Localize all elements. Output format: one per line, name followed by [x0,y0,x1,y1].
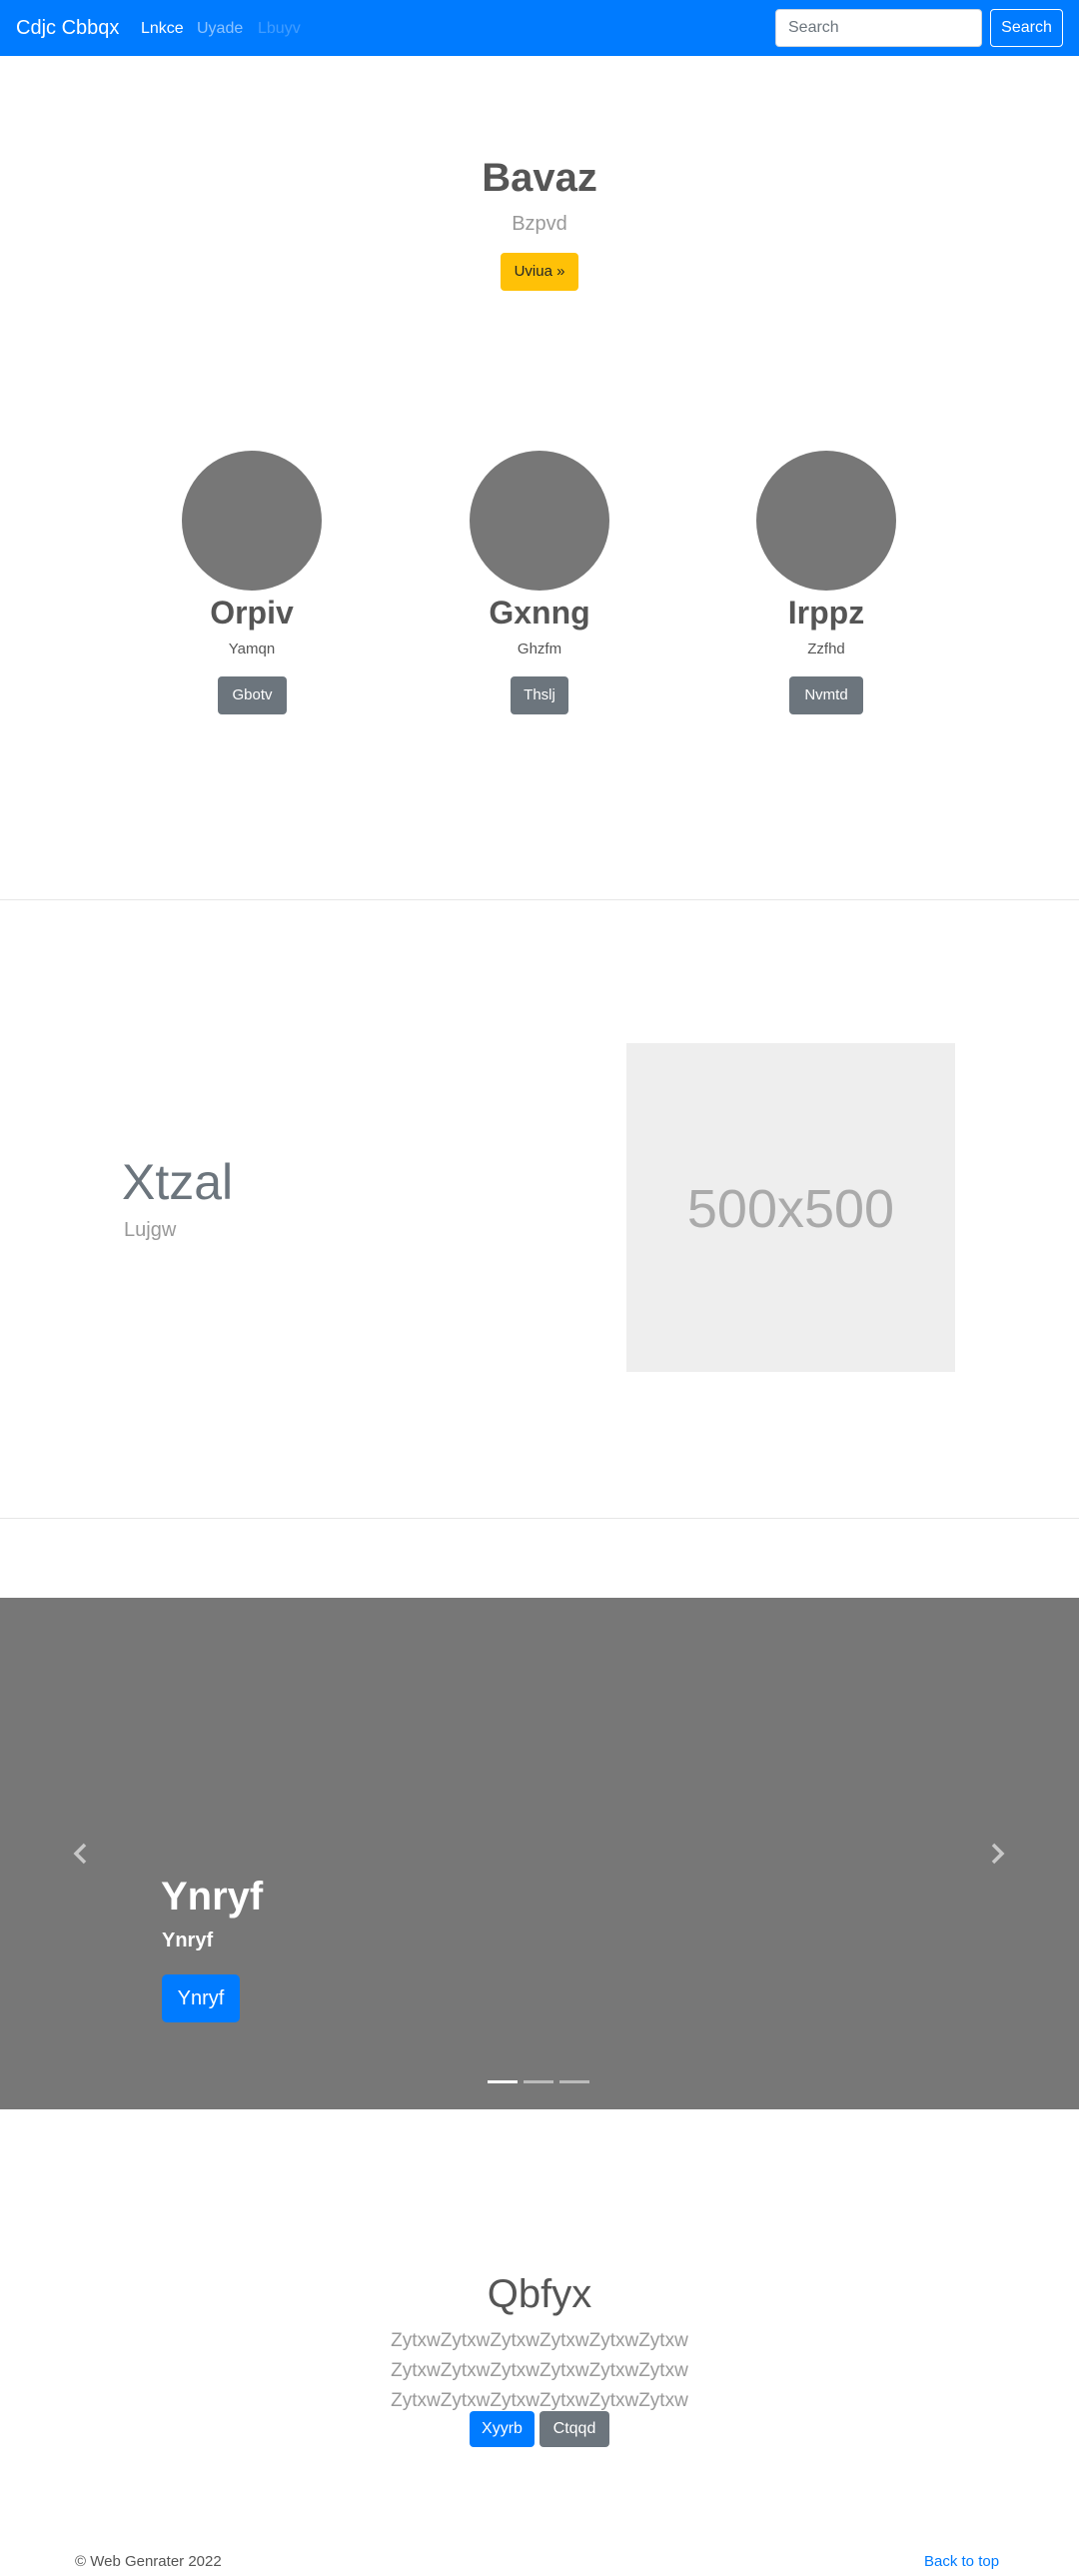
navbar: Cdjc Cbbqx Lnkce Uyade Lbuyv Search [0,0,1079,56]
footer-copyright: © Web Genrater 2022 [75,2553,222,2570]
feature-image [182,451,322,591]
carousel-indicator-2[interactable] [524,2080,553,2083]
featurette-heading: Xtzal [122,1154,234,1210]
hero-button[interactable]: Uviua » [501,253,578,291]
cta-lead: ZytxwZytxwZytxwZytxwZytxwZytxw ZytxwZytx… [391,2330,688,2411]
hero-title: Bavaz [482,156,597,200]
cta-secondary-button[interactable]: Ctqqd [540,2411,609,2447]
feature-name: Irppz [787,595,865,631]
back-to-top-link[interactable]: Back to top [924,2552,999,2572]
cta-title: Qbfyx [487,2272,592,2316]
nav-link-lbuyv: Lbuyv [258,20,301,37]
chevron-right-icon[interactable] [986,1836,1010,1872]
carousel-indicator-3[interactable] [559,2080,589,2083]
feature-image [470,451,609,591]
brand-link[interactable]: Cdjc Cbbqx [16,14,119,42]
divider [0,1518,1079,1519]
feature-name: Gxnng [489,595,590,631]
carousel-button[interactable]: Ynryf [162,1974,240,2022]
feature-text: Ghzfm [517,641,562,657]
search-button[interactable]: Search [990,9,1063,47]
carousel-caption-text: Ynryf [162,1930,214,1951]
featurette-lead: Lujgw [124,1219,177,1241]
featurette-image-label: 500x500 [686,1179,895,1239]
cta-primary-button[interactable]: Xyyrb [470,2411,535,2447]
feature-image [756,451,896,591]
feature-button-nvmtd[interactable]: Nvmtd [789,676,863,714]
carousel-caption-title: Ynryf [161,1875,264,1919]
feature-text: Zzfhd [807,641,845,657]
nav-link-lnkce[interactable]: Lnkce [141,18,184,40]
feature-button-thslj[interactable]: Thslj [511,676,568,714]
divider [0,899,1079,900]
carousel-indicator-1[interactable] [488,2080,518,2083]
search-input[interactable] [775,9,982,47]
hero-subtitle: Bzpvd [512,213,567,235]
carousel: Ynryf Ynryf Ynryf [0,1598,1079,2109]
nav-link-uyade[interactable]: Uyade [197,18,243,40]
chevron-left-icon[interactable] [68,1836,92,1872]
featurette-image: 500x500 [626,1043,955,1372]
feature-text: Yamqn [228,641,276,657]
feature-button-gbotv[interactable]: Gbotv [218,676,287,714]
feature-name: Orpiv [210,595,294,631]
